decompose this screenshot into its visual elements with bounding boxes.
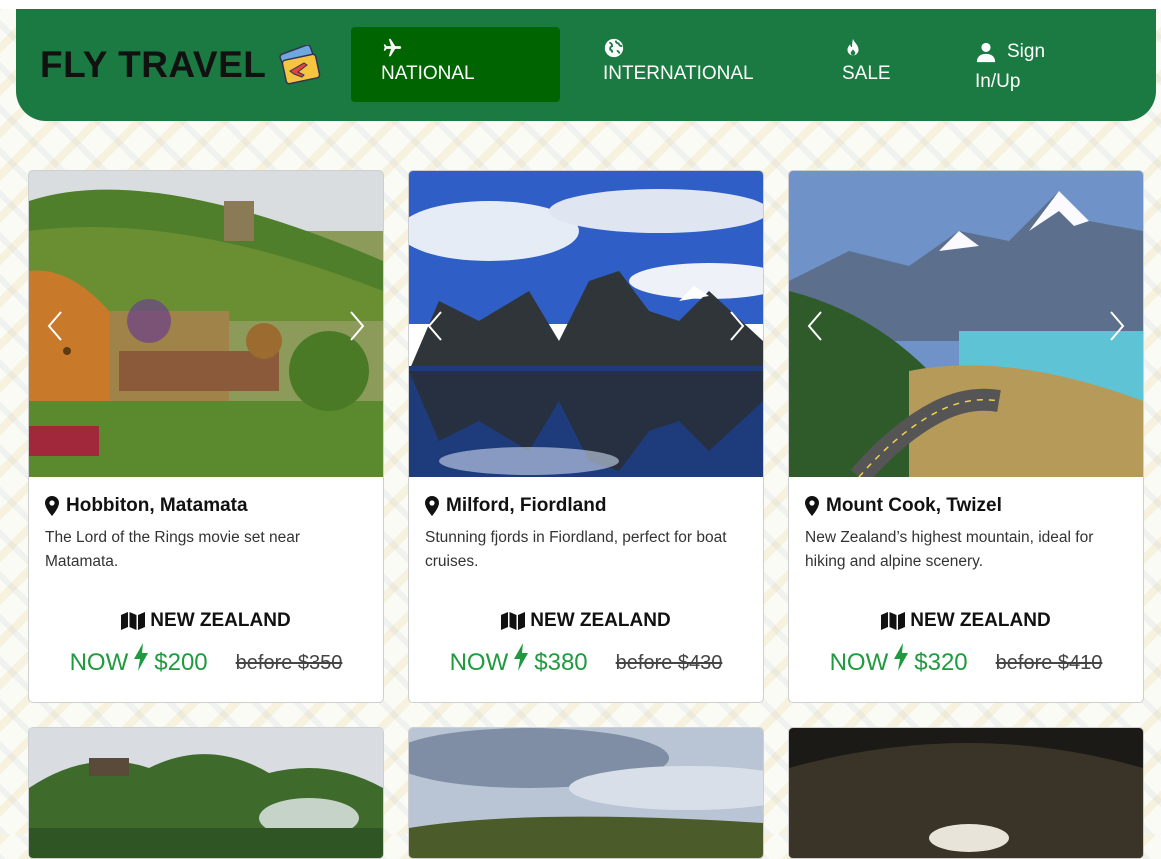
destination-card[interactable]: Hobbiton, Matamata The Lord of the Rings… [28,170,384,703]
price-now: NOW $380 [449,643,588,677]
lightning-icon [894,643,909,671]
user-icon [975,41,997,63]
lightning-icon [514,643,529,671]
card-description: The Lord of the Rings movie set near Mat… [45,529,301,570]
card-body: Hobbiton, Matamata The Lord of the Rings… [29,477,383,702]
card-title: Mount Cook, Twizel [805,495,1002,517]
price-before: before $410 [995,651,1103,674]
carousel-next-arrow[interactable] [343,309,369,343]
fire-icon [842,37,891,59]
map-pin-icon [45,496,59,516]
brand[interactable]: FLY TRAVEL [40,43,322,87]
card-title: Hobbiton, Matamata [45,495,248,517]
carousel-prev-arrow[interactable] [423,309,449,343]
price-before: before $430 [615,651,723,674]
plane-icon [381,37,475,59]
price-now: NOW $200 [69,643,208,677]
hobbit-hole-photo [29,171,383,477]
plane-ticket-icon [279,45,321,85]
card-country-text: NEW ZEALAND [910,610,1051,631]
now-label: NOW [69,649,129,676]
price-now: NOW $320 [829,643,968,677]
card-image-carousel [409,171,763,477]
card-title-text: Milford, Fiordland [446,495,607,516]
card-body: Mount Cook, Twizel New Zealand’s highest… [789,477,1143,702]
card-body: Milford, Fiordland Stunning fjords in Fi… [409,477,763,702]
price-row: NOW $320 before $410 [789,643,1143,677]
now-price: $380 [534,649,588,676]
card-title-text: Hobbiton, Matamata [66,495,248,516]
nav-international-label: INTERNATIONAL [603,63,754,84]
price-before: before $350 [235,651,343,674]
brand-name: FLY TRAVEL [40,44,267,85]
map-pin-icon [425,496,439,516]
destination-card[interactable]: Mount Cook, Twizel New Zealand’s highest… [788,170,1144,703]
card-country: NEW ZEALAND [29,610,383,632]
top-strip [0,0,1161,9]
card-description: New Zealand’s highest mountain, ideal fo… [805,529,1094,570]
nav-national-label: NATIONAL [381,63,475,84]
card-country-text: NEW ZEALAND [530,610,671,631]
now-label: NOW [829,649,889,676]
price-row: NOW $200 before $350 [29,643,383,677]
destination-card[interactable]: Milford, Fiordland Stunning fjords in Fi… [408,170,764,703]
price-row: NOW $380 before $430 [409,643,763,677]
card-image-carousel [29,171,383,477]
card-country: NEW ZEALAND [409,610,763,632]
destination-card[interactable] [28,727,384,859]
now-price: $200 [154,649,208,676]
carousel-next-arrow[interactable] [1103,309,1129,343]
nav-signin-label-line2: In/Up [975,71,1021,92]
lightning-icon [134,643,149,671]
destination-card[interactable] [788,727,1144,859]
map-icon [881,612,906,630]
carousel-prev-arrow[interactable] [803,309,829,343]
navbar: FLY TRAVEL NATIONAL INTERNATIONAL SALE S… [16,9,1156,121]
mount-cook-photo [789,171,1143,477]
fiordland-photo [409,171,763,477]
card-title-text: Mount Cook, Twizel [826,495,1002,516]
card-country-text: NEW ZEALAND [150,610,291,631]
nav-international-tab[interactable]: INTERNATIONAL [603,37,754,89]
nav-sale-label: SALE [842,63,891,84]
card-description: Stunning fjords in Fiordland, perfect fo… [425,529,727,570]
card-title: Milford, Fiordland [425,495,606,517]
carousel-next-arrow[interactable] [723,309,749,343]
map-icon [121,612,146,630]
carousel-prev-arrow[interactable] [43,309,69,343]
geothermal-forest-photo [29,728,383,858]
map-icon [501,612,526,630]
globe-icon [603,37,754,59]
nav-sale-tab[interactable]: SALE [842,37,891,89]
card-image-carousel [789,171,1143,477]
now-label: NOW [449,649,509,676]
destination-card[interactable] [408,727,764,859]
nav-signin-button[interactable]: Sign In/Up [975,37,1045,97]
card-country: NEW ZEALAND [789,610,1143,632]
map-pin-icon [805,496,819,516]
hills-photo [409,728,763,858]
cave-photo [789,728,1143,858]
nav-national-tab[interactable]: NATIONAL [351,27,560,102]
nav-signin-label-line1: Sign [1007,41,1046,62]
now-price: $320 [914,649,968,676]
